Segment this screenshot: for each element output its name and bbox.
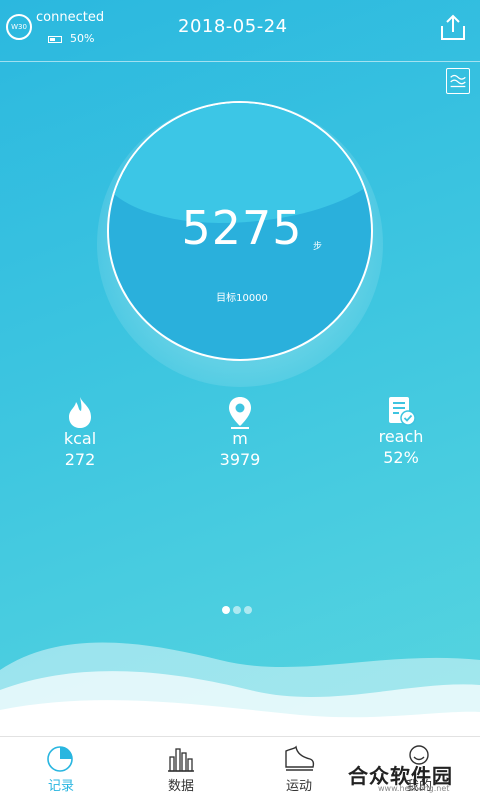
page-indicator [222,599,255,618]
checklist-icon [389,397,416,426]
step-unit: 步 [313,242,323,252]
battery-level: 50% [70,32,95,45]
date-title[interactable]: 2018-05-24 [178,16,288,37]
device-label: W30 [11,23,27,31]
stat-distance-value: 3979 [219,450,261,469]
stat-kcal-label: kcal [63,429,97,448]
step-goal: 目标10000 [216,293,268,304]
stat-reach-value: 52% [383,448,419,467]
stat-distance: m 3979 [185,395,295,469]
page-dot[interactable] [233,606,241,614]
flame-icon [69,397,91,428]
nav-sport-label: 运动 [285,779,312,794]
shoe-icon [285,745,315,771]
bar-chart-icon [168,748,194,772]
app-screen: W30 connected 50% 2018-05-24 5275 步 目标10… [0,0,480,800]
watch-icon[interactable]: W30 [6,14,32,40]
stat-kcal-value: 272 [64,450,96,469]
step-ring[interactable]: 5275 步 目标10000 [107,101,373,361]
share-icon[interactable] [438,12,468,42]
location-pin-icon [229,397,251,429]
page-dot[interactable] [244,606,252,614]
connection-status: connected [36,10,105,25]
step-count: 5275 [181,201,303,255]
nav-data-label: 数据 [167,779,194,794]
battery-icon [48,36,62,43]
stat-kcal: kcal 272 [25,395,135,469]
nav-sport[interactable]: 运动 [259,743,339,794]
nav-records-label: 记录 [47,779,74,794]
page-dot[interactable] [222,606,230,614]
top-bar: W30 connected 50% 2018-05-24 [0,0,480,58]
stat-distance-label: m [232,429,248,448]
watermark-url: www.hezhong.net [378,784,450,793]
stat-reach-label: reach [378,427,424,446]
stat-reach: reach 52% [346,395,456,467]
pie-chart-icon [47,746,73,772]
decorative-waves [0,642,480,740]
nav-records[interactable]: 记录 [21,743,101,794]
header-divider [0,61,480,62]
nav-data[interactable]: 数据 [141,743,221,794]
trend-chart-icon[interactable] [446,68,470,94]
